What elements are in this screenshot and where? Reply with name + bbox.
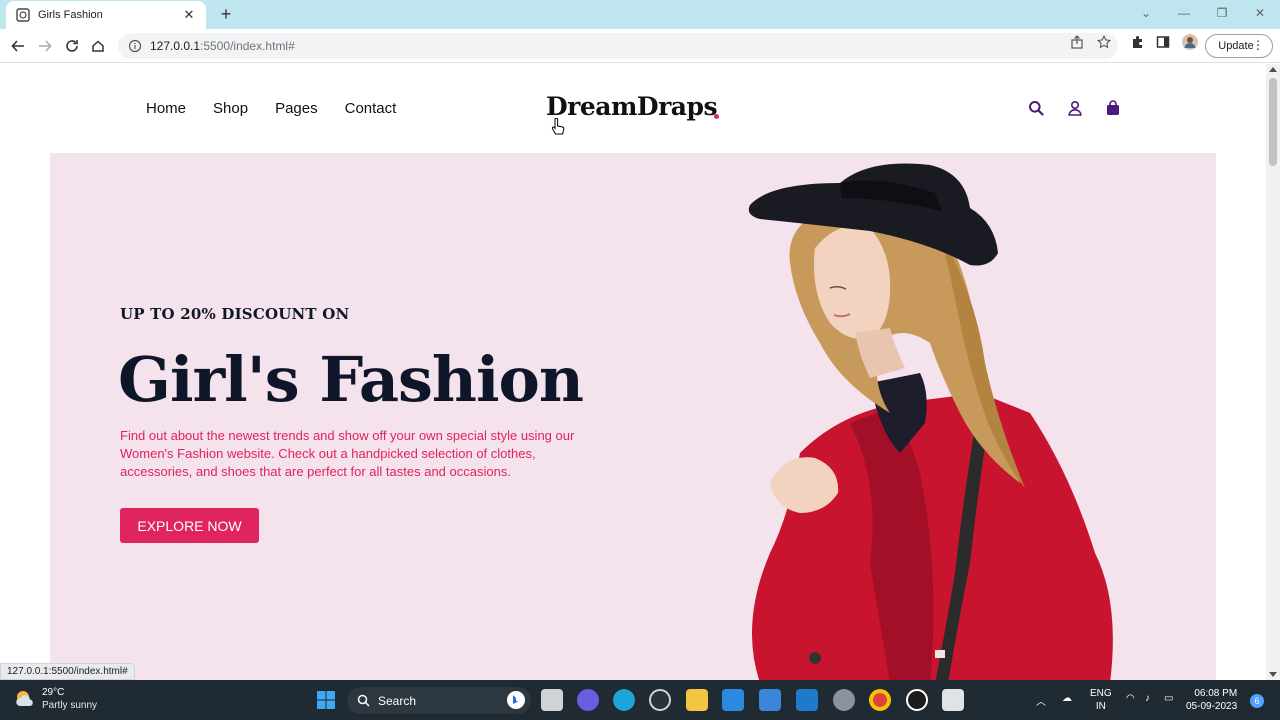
restore-icon[interactable]: ❐ <box>1212 6 1232 20</box>
notification-badge[interactable]: 6 <box>1250 694 1264 708</box>
windows-start-icon[interactable] <box>316 690 336 710</box>
weather-temp: 29°C <box>42 687 65 698</box>
bag-icon[interactable] <box>1105 100 1121 116</box>
minimize-icon[interactable]: — <box>1174 6 1194 20</box>
edge-browser-icon[interactable] <box>613 689 635 711</box>
hero-headline: Girl's Fashion <box>118 343 584 416</box>
reload-icon[interactable] <box>63 37 81 55</box>
weather-condition: Partly sunny <box>42 700 98 711</box>
bing-icon <box>507 691 525 709</box>
search-icon[interactable] <box>1028 100 1044 116</box>
show-hidden-icons-icon[interactable]: ︿ <box>1036 693 1046 708</box>
dell-icon[interactable] <box>649 689 671 711</box>
browser-toolbar: 127.0.0.1:5500/index.html# Update ⋮ <box>0 29 1280 63</box>
home-icon[interactable] <box>89 37 107 55</box>
vscode-icon[interactable] <box>796 689 818 711</box>
side-panel-icon[interactable] <box>1156 35 1170 49</box>
taskbar-search-label: Search <box>378 693 417 708</box>
nav-home[interactable]: Home <box>146 100 186 117</box>
scroll-down-icon[interactable] <box>1269 672 1277 677</box>
url-host: 127.0.0.1 <box>150 39 201 53</box>
wifi-icon[interactable]: ◠ <box>1126 693 1135 704</box>
user-icon[interactable] <box>1067 100 1083 116</box>
browser-menu-icon[interactable]: ⋮ <box>1252 39 1264 51</box>
tab-close-icon[interactable]: ✕ <box>182 7 196 23</box>
clock-date: 05-09-2023 <box>1186 701 1238 712</box>
store-icon[interactable] <box>759 689 781 711</box>
site-favicon-icon <box>16 8 30 22</box>
task-view-icon[interactable] <box>541 689 563 711</box>
taskbar: 29°C Partly sunny Search ︿ ☁ ENG IN ◠ ♪ … <box>0 680 1280 720</box>
site-logo[interactable]: DreamDraps <box>546 92 718 121</box>
volume-icon[interactable]: ♪ <box>1145 693 1150 704</box>
language-indicator[interactable]: ENG IN <box>1090 687 1112 713</box>
file-explorer-icon[interactable] <box>686 689 708 711</box>
back-icon[interactable] <box>9 37 27 55</box>
hero-model-image <box>748 163 1113 680</box>
browser-tab-bar: Girls Fashion ✕ + ⌄ — ❐ ✕ <box>0 0 1280 29</box>
new-tab-icon[interactable]: + <box>216 4 236 24</box>
update-button[interactable]: Update ⋮ <box>1205 34 1273 58</box>
page-scrollbar[interactable] <box>1266 64 1280 680</box>
logo-dot <box>714 114 719 119</box>
scrollbar-thumb[interactable] <box>1269 78 1277 166</box>
search-icon <box>357 694 370 707</box>
site-info-icon[interactable] <box>128 39 142 53</box>
snipping-tool-icon[interactable] <box>942 689 964 711</box>
media-player-icon[interactable] <box>906 689 928 711</box>
tab-title: Girls Fashion <box>38 9 103 21</box>
weather-widget[interactable]: 29°C Partly sunny <box>14 686 97 712</box>
nav-pages[interactable]: Pages <box>275 100 318 117</box>
taskbar-search[interactable]: Search <box>347 687 531 714</box>
hero-banner: UP TO 20% DISCOUNT ON Girl's Fashion Fin… <box>50 153 1216 680</box>
window-close-icon[interactable]: ✕ <box>1250 6 1270 20</box>
update-label: Update <box>1218 40 1254 52</box>
share-icon[interactable] <box>1070 35 1084 49</box>
explore-now-button[interactable]: EXPLORE NOW <box>120 508 259 543</box>
forward-icon[interactable] <box>36 37 54 55</box>
page-viewport: Home Shop Pages Contact DreamDraps UP TO… <box>0 64 1266 680</box>
onedrive-icon[interactable]: ☁ <box>1062 693 1072 704</box>
settings-gear-icon[interactable] <box>833 689 855 711</box>
system-clock[interactable]: 06:08 PM 05-09-2023 <box>1186 687 1237 713</box>
hero-eyebrow: UP TO 20% DISCOUNT ON <box>120 305 350 323</box>
tab-search-chevron-icon[interactable]: ⌄ <box>1136 6 1156 20</box>
chrome-icon[interactable] <box>869 689 891 711</box>
status-bar-url: 127.0.0.1:5500/index.html# <box>0 663 135 680</box>
partly-sunny-icon <box>16 691 33 706</box>
nav-contact[interactable]: Contact <box>345 100 397 117</box>
mail-icon[interactable] <box>722 689 744 711</box>
lang-code: ENG <box>1090 688 1112 699</box>
site-header: Home Shop Pages Contact DreamDraps <box>0 64 1266 152</box>
hero-description: Find out about the newest trends and sho… <box>120 428 575 479</box>
teams-chat-icon[interactable] <box>577 689 599 711</box>
hand-cursor-icon <box>551 118 565 135</box>
battery-icon[interactable]: ▭ <box>1164 693 1173 704</box>
clock-time: 06:08 PM <box>1194 688 1238 699</box>
lang-region: IN <box>1095 701 1106 712</box>
extensions-icon[interactable] <box>1130 35 1144 49</box>
bookmark-star-icon[interactable] <box>1097 34 1111 49</box>
browser-tab[interactable]: Girls Fashion ✕ <box>6 1 206 29</box>
url-path: :5500/index.html# <box>200 39 295 53</box>
scroll-up-icon[interactable] <box>1269 67 1277 72</box>
profile-avatar[interactable] <box>1182 34 1198 50</box>
address-bar[interactable]: 127.0.0.1:5500/index.html# <box>118 33 1118 59</box>
main-nav: Home Shop Pages Contact <box>146 100 396 117</box>
nav-shop[interactable]: Shop <box>213 100 248 117</box>
